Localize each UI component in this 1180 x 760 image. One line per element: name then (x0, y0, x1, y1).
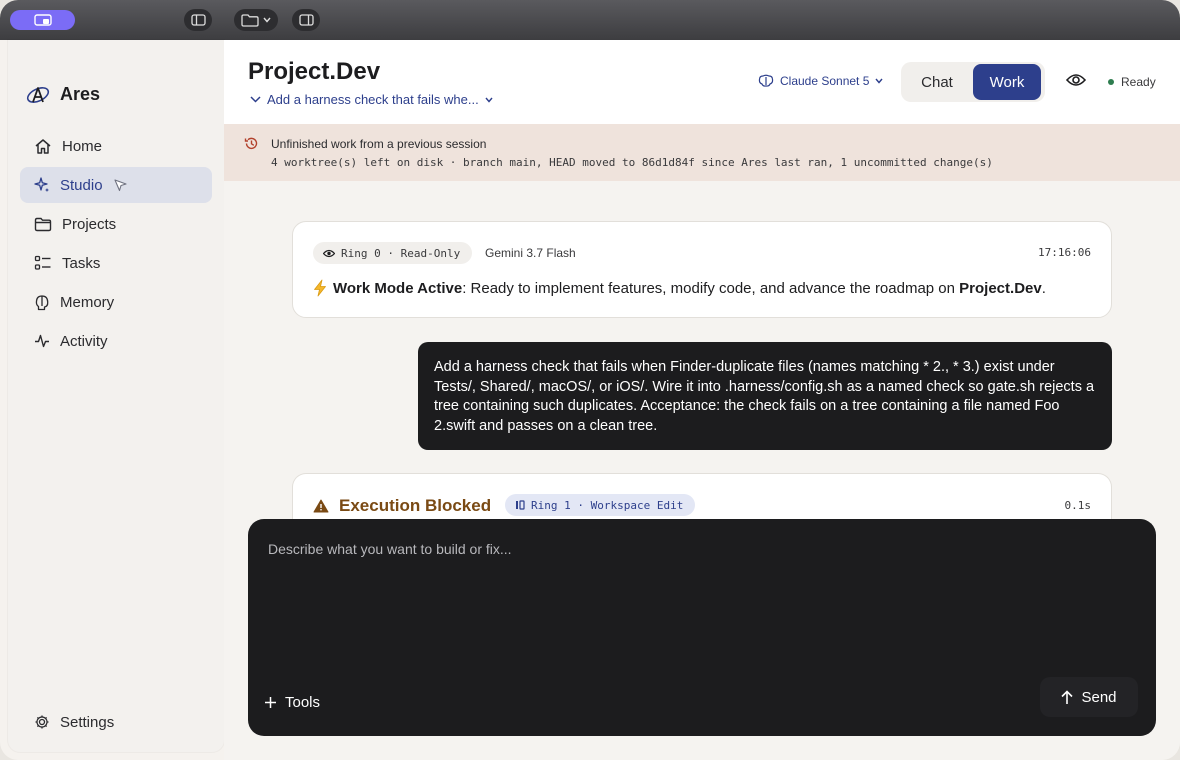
sidebar-item-label: Projects (62, 215, 117, 233)
status-text: Ready (1121, 75, 1156, 89)
sidebar: Ares Home Studio Projects Tasks Memory A… (8, 40, 224, 752)
work-mode-end: . (1041, 279, 1046, 297)
window-toolbar (0, 0, 1180, 40)
lightning-icon (314, 279, 326, 297)
task-selector-label: Add a harness check that fails whe... (267, 92, 479, 107)
user-message: Add a harness check that fails when Find… (418, 342, 1112, 450)
arrow-up-icon (1061, 689, 1074, 704)
eye-icon (1065, 74, 1087, 86)
sidebar-item-projects[interactable]: Projects (20, 206, 212, 242)
activity-icon (35, 334, 49, 348)
sidebar-item-settings[interactable]: Settings (20, 704, 212, 740)
work-mode-project: Project.Dev (959, 279, 1042, 297)
folder-icon (241, 13, 259, 27)
task-selector[interactable]: Add a harness check that fails whe... (250, 92, 493, 107)
sidebar-item-label: Studio (60, 176, 103, 194)
mode-toggle: Chat Work (901, 62, 1045, 102)
page-title: Project.Dev (248, 58, 381, 85)
blocked-title-text: Execution Blocked (339, 496, 492, 515)
chevron-down-icon (875, 78, 883, 84)
folder-menu-button[interactable] (234, 9, 278, 31)
brand: Ares (26, 84, 100, 105)
chevron-down-icon (263, 17, 271, 23)
gear-icon (35, 715, 49, 729)
visibility-button[interactable] (1065, 73, 1087, 92)
toggle-inspector-button[interactable] (292, 9, 320, 31)
sparkle-icon (34, 177, 49, 192)
brain-icon (758, 74, 774, 87)
ring-label: Ring 1 · Workspace Edit (531, 498, 684, 512)
sidebar-item-label: Home (62, 137, 103, 155)
ring-badge: Ring 1 · Workspace Edit (505, 494, 696, 516)
chat-mode-button[interactable]: Chat (903, 64, 971, 100)
columns-icon (516, 500, 525, 510)
brain-icon (35, 294, 49, 310)
workspace-switch-button[interactable] (10, 10, 75, 30)
send-label: Send (1081, 688, 1117, 706)
banner-detail: 4 worktree(s) left on disk · branch main… (271, 156, 993, 169)
work-mode-prefix: Work Mode Active (333, 279, 463, 297)
ring-badge: Ring 0 · Read-Only (313, 242, 473, 264)
model-selector[interactable]: Claude Sonnet 5 (758, 74, 883, 88)
app-name: Ares (60, 84, 101, 104)
sidebar-item-memory[interactable]: Memory (20, 284, 212, 320)
work-mode-body: : Ready to implement features, modify co… (462, 279, 960, 297)
sidebar-icon (190, 14, 206, 26)
tools-button[interactable]: Tools (264, 687, 320, 717)
inspector-icon (298, 14, 314, 26)
system-message-card: Ring 0 · Read-Only Gemini 3.7 Flash 17:1… (292, 221, 1112, 318)
history-icon (244, 137, 258, 150)
send-button[interactable]: Send (1040, 677, 1138, 717)
sidebar-item-label: Activity (60, 332, 108, 350)
folder-icon (34, 217, 52, 231)
app-window: Ares Home Studio Projects Tasks Memory A… (0, 0, 1180, 760)
model-name: Claude Sonnet 5 (780, 74, 870, 88)
session-banner: Unfinished work from a previous session … (224, 124, 1180, 181)
conversation: Ring 0 · Read-Only Gemini 3.7 Flash 17:1… (224, 181, 1180, 760)
message-model: Gemini 3.7 Flash (485, 246, 576, 260)
sidebar-item-label: Tasks (62, 254, 101, 272)
blocked-title: Execution Blocked (313, 496, 491, 516)
message-duration: 0.1s (1064, 499, 1092, 512)
tasks-icon (34, 255, 51, 270)
work-mode-button[interactable]: Work (973, 64, 1041, 100)
sidebar-item-tasks[interactable]: Tasks (20, 245, 212, 281)
header: Project.Dev Add a harness check that fai… (224, 40, 1180, 124)
banner-title: Unfinished work from a previous session (271, 137, 487, 151)
eye-icon (323, 249, 335, 257)
sidebar-item-home[interactable]: Home (20, 128, 212, 164)
work-mode-message: Work Mode Active: Ready to implement fea… (313, 279, 1046, 297)
ares-logo-icon (26, 86, 50, 103)
sidebar-item-label: Settings (60, 713, 115, 731)
sidebar-item-studio[interactable]: Studio (20, 167, 212, 203)
window-icon (33, 14, 52, 26)
plus-icon (265, 696, 276, 708)
sidebar-item-label: Memory (60, 293, 115, 311)
toggle-sidebar-button[interactable] (184, 9, 212, 31)
cursor-pointer-icon (113, 179, 127, 192)
prompt-input[interactable] (268, 541, 1128, 557)
main-panel: Project.Dev Add a harness check that fai… (224, 40, 1180, 760)
sidebar-item-activity[interactable]: Activity (20, 323, 212, 359)
warning-icon (313, 499, 329, 513)
home-icon (35, 138, 51, 154)
status-dot (1108, 79, 1114, 85)
chevron-down-icon (485, 97, 493, 103)
status-indicator: Ready (1108, 75, 1156, 89)
composer: Tools Send (248, 519, 1156, 736)
message-time: 17:16:06 (1038, 246, 1091, 259)
ring-label: Ring 0 · Read-Only (341, 246, 461, 260)
tools-label: Tools (285, 693, 321, 711)
chevron-down-icon (250, 96, 261, 103)
